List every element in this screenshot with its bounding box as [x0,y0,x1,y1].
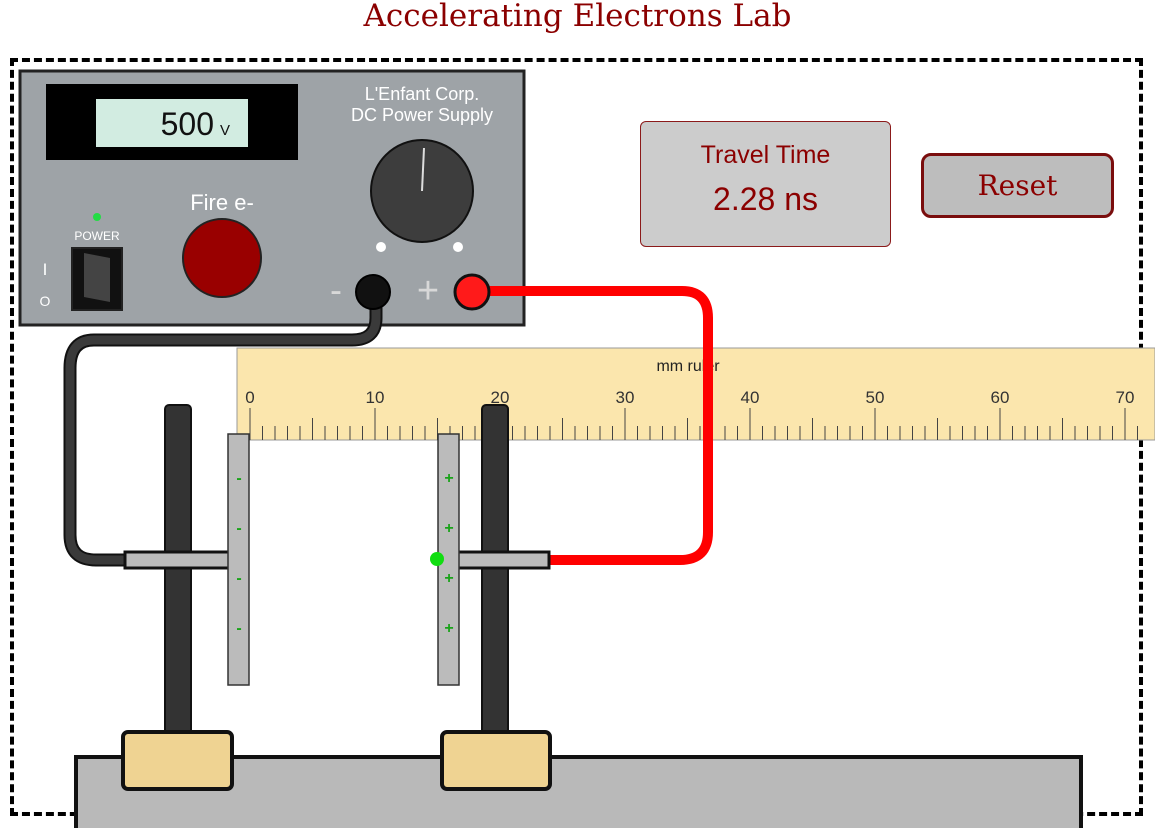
power-led [93,213,101,221]
positive-terminal[interactable] [453,273,491,311]
knob-max-dot [453,242,463,252]
switch-on-label: I [43,260,48,279]
left-plate-arm [123,550,232,570]
ruler-tick-label: 50 [866,388,885,407]
plate-charge-sign: + [444,470,453,487]
plate-charge-sign: - [236,520,241,537]
left-stand-foot [121,730,234,791]
ruler-tick-label: 40 [741,388,760,407]
brand-line-2: DC Power Supply [351,105,493,125]
voltage-unit: V [220,122,230,139]
ruler-tick-label: 0 [245,388,254,407]
positive-terminal-label: + [417,270,439,312]
plate-charge-sign: + [444,520,453,537]
plate-charge-sign: - [236,570,241,587]
left-stand-pole [164,404,192,746]
negative-plate[interactable]: - - - - [227,433,250,686]
voltage-knob[interactable] [370,139,474,243]
travel-time-readout: Travel Time 2.28 ns [640,121,891,247]
plate-charge-sign: - [236,620,241,637]
power-supply: 500 V L'Enfant Corp. DC Power Supply Fir… [18,69,526,327]
ruler-tick-label: 60 [991,388,1010,407]
switch-off-label: O [40,293,51,309]
fire-label: Fire e- [190,190,254,215]
plate-charge-sign: + [444,620,453,637]
travel-time-label: Travel Time [700,141,831,169]
ruler-tick-label: 30 [616,388,635,407]
reset-button[interactable]: Reset [921,153,1114,218]
knob-min-dot [376,242,386,252]
mm-ruler[interactable]: mm ruler 0 10 20 30 40 50 60 70 [236,347,1155,441]
negative-terminal[interactable] [355,274,391,310]
ruler-tick-label: 10 [366,388,385,407]
brand-line-1: L'Enfant Corp. [365,84,480,104]
power-label: POWER [74,229,120,243]
plate-charge-sign: - [236,470,241,487]
plate-charge-sign: + [444,570,453,587]
right-stand-foot [440,730,552,791]
electron-dot [430,552,444,566]
power-switch[interactable] [71,247,123,311]
left-stand[interactable] [123,404,232,746]
negative-terminal-label: - [330,269,342,310]
right-stand-pole [481,404,509,746]
lab-scene: 500 V L'Enfant Corp. DC Power Supply Fir… [18,69,1155,828]
ruler-tick-label: 70 [1116,388,1135,407]
travel-time-value: 2.28 ns [713,181,818,217]
fire-button[interactable] [182,218,262,298]
voltage-value: 500 [161,106,214,142]
